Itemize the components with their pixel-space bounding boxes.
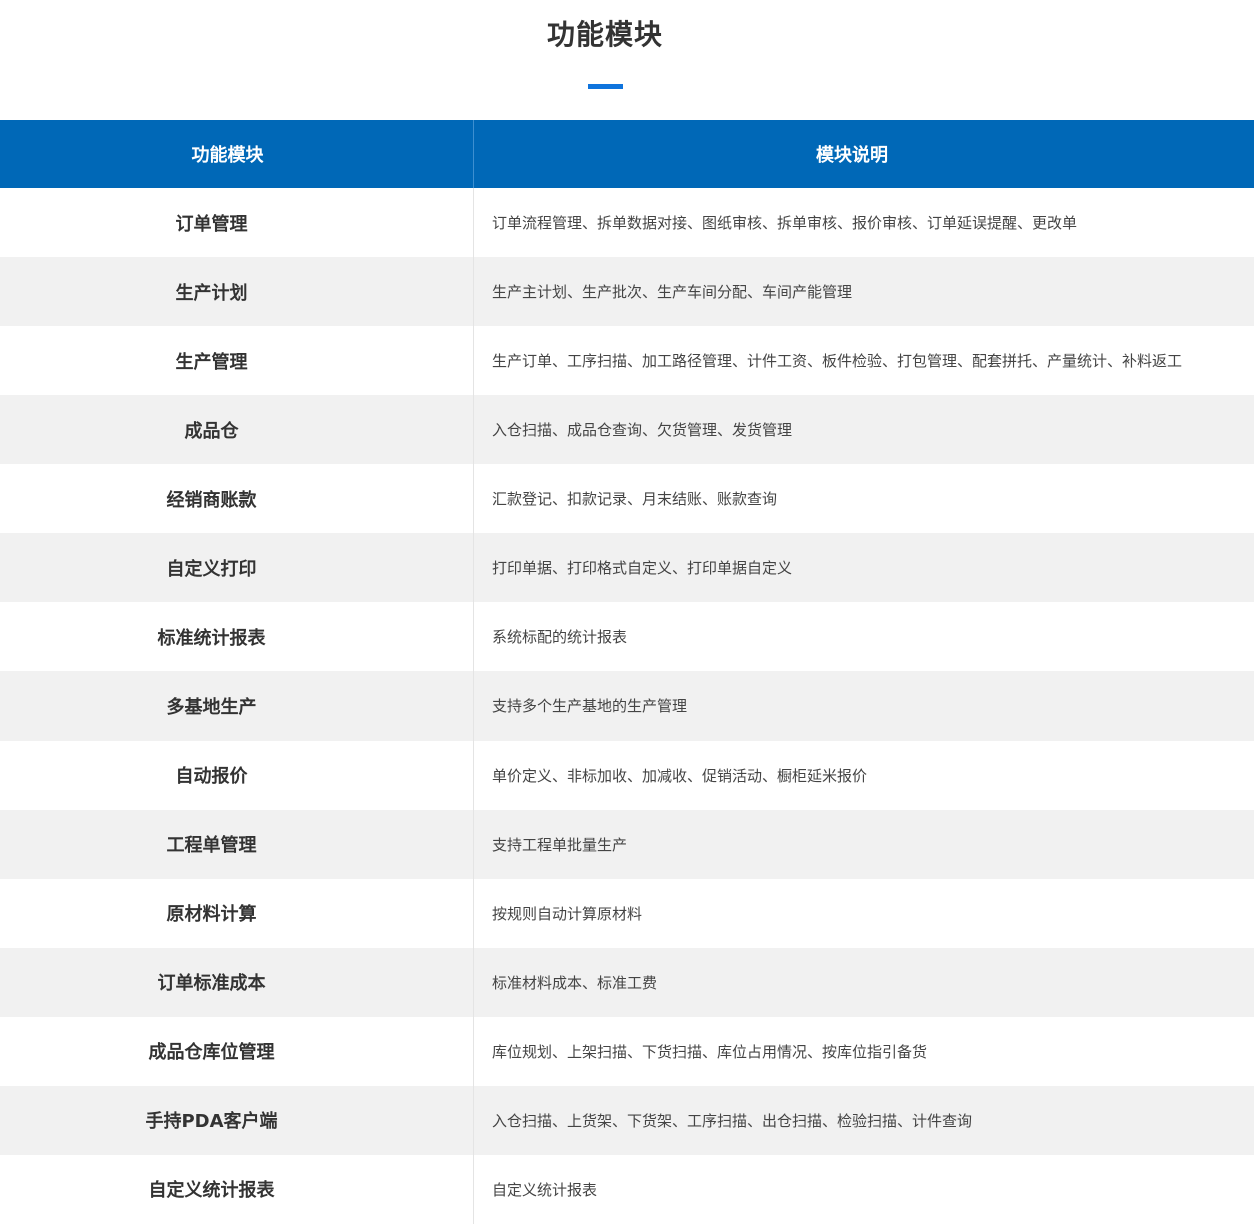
table-row: 自动报价 单价定义、非标加收、加减收、促销活动、橱柜延米报价 — [0, 740, 1254, 810]
table-row: 标准统计报表 系统标配的统计报表 — [0, 602, 1254, 672]
module-description: 入仓扫描、上货架、下货架、工序扫描、出仓扫描、检验扫描、计件查询 — [492, 1111, 973, 1130]
module-name: 经销商账款 — [0, 464, 474, 534]
table-row: 订单管理 订单流程管理、拆单数据对接、图纸审核、拆单审核、报价审核、订单延误提醒… — [0, 188, 1254, 258]
table-row: 成品仓库位管理 库位规划、上架扫描、下货扫描、库位占用情况、按库位指引备货 — [0, 1016, 1254, 1086]
module-name: 自动报价 — [0, 740, 474, 810]
module-description: 生产订单、工序扫描、加工路径管理、计件工资、板件检验、打包管理、配套拼托、产量统… — [492, 352, 1183, 371]
module-description: 库位规划、上架扫描、下货扫描、库位占用情况、按库位指引备货 — [492, 1042, 928, 1061]
feature-table: 功能模块 模块说明 订单管理 订单流程管理、拆单数据对接、图纸审核、拆单审核、报… — [0, 120, 1254, 1224]
table-row: 订单标准成本 标准材料成本、标准工费 — [0, 947, 1254, 1017]
module-name: 订单标准成本 — [0, 947, 474, 1017]
table-row: 生产管理 生产订单、工序扫描、加工路径管理、计件工资、板件检验、打包管理、配套拼… — [0, 326, 1254, 396]
module-name: 生产计划 — [0, 257, 474, 327]
table-row: 自定义打印 打印单据、打印格式自定义、打印单据自定义 — [0, 533, 1254, 603]
module-name: 多基地生产 — [0, 671, 474, 741]
module-name: 手持PDA客户端 — [0, 1085, 474, 1155]
module-description: 打印单据、打印格式自定义、打印单据自定义 — [492, 559, 793, 578]
table-row: 经销商账款 汇款登记、扣款记录、月末结账、账款查询 — [0, 464, 1254, 534]
header-module: 功能模块 — [0, 120, 474, 188]
module-description: 订单流程管理、拆单数据对接、图纸审核、拆单审核、报价审核、订单延误提醒、更改单 — [492, 214, 1078, 233]
table-row: 自定义统计报表 自定义统计报表 — [0, 1154, 1254, 1224]
module-name: 标准统计报表 — [0, 602, 474, 672]
page-title: 功能模块 — [546, 18, 663, 51]
module-description: 支持工程单批量生产 — [492, 835, 628, 854]
module-description: 生产主计划、生产批次、生产车间分配、车间产能管理 — [492, 283, 853, 302]
table-row: 生产计划 生产主计划、生产批次、生产车间分配、车间产能管理 — [0, 257, 1254, 327]
section-heading: 功能模块 — [0, 0, 1254, 120]
module-description: 按规则自动计算原材料 — [492, 904, 643, 923]
table-header: 功能模块 模块说明 — [0, 120, 1254, 188]
module-description: 单价定义、非标加收、加减收、促销活动、橱柜延米报价 — [492, 766, 868, 785]
title-underline — [588, 84, 623, 89]
table-row: 多基地生产 支持多个生产基地的生产管理 — [0, 671, 1254, 741]
table-row: 工程单管理 支持工程单批量生产 — [0, 809, 1254, 879]
module-name: 订单管理 — [0, 188, 474, 258]
module-name: 原材料计算 — [0, 878, 474, 948]
table-row: 原材料计算 按规则自动计算原材料 — [0, 878, 1254, 948]
module-description: 汇款登记、扣款记录、月末结账、账款查询 — [492, 490, 778, 509]
module-description: 自定义统计报表 — [492, 1180, 598, 1199]
module-description: 标准材料成本、标准工费 — [492, 973, 658, 992]
module-name: 自定义打印 — [0, 533, 474, 603]
module-description: 入仓扫描、成品仓查询、欠货管理、发货管理 — [492, 421, 793, 440]
table-row: 手持PDA客户端 入仓扫描、上货架、下货架、工序扫描、出仓扫描、检验扫描、计件查… — [0, 1085, 1254, 1155]
module-description: 系统标配的统计报表 — [492, 628, 628, 647]
module-name: 自定义统计报表 — [0, 1154, 474, 1224]
header-description: 模块说明 — [816, 145, 888, 166]
module-name: 工程单管理 — [0, 809, 474, 879]
module-name: 成品仓库位管理 — [0, 1016, 474, 1086]
table-row: 成品仓 入仓扫描、成品仓查询、欠货管理、发货管理 — [0, 395, 1254, 465]
module-name: 成品仓 — [0, 395, 474, 465]
module-description: 支持多个生产基地的生产管理 — [492, 697, 688, 716]
module-name: 生产管理 — [0, 326, 474, 396]
